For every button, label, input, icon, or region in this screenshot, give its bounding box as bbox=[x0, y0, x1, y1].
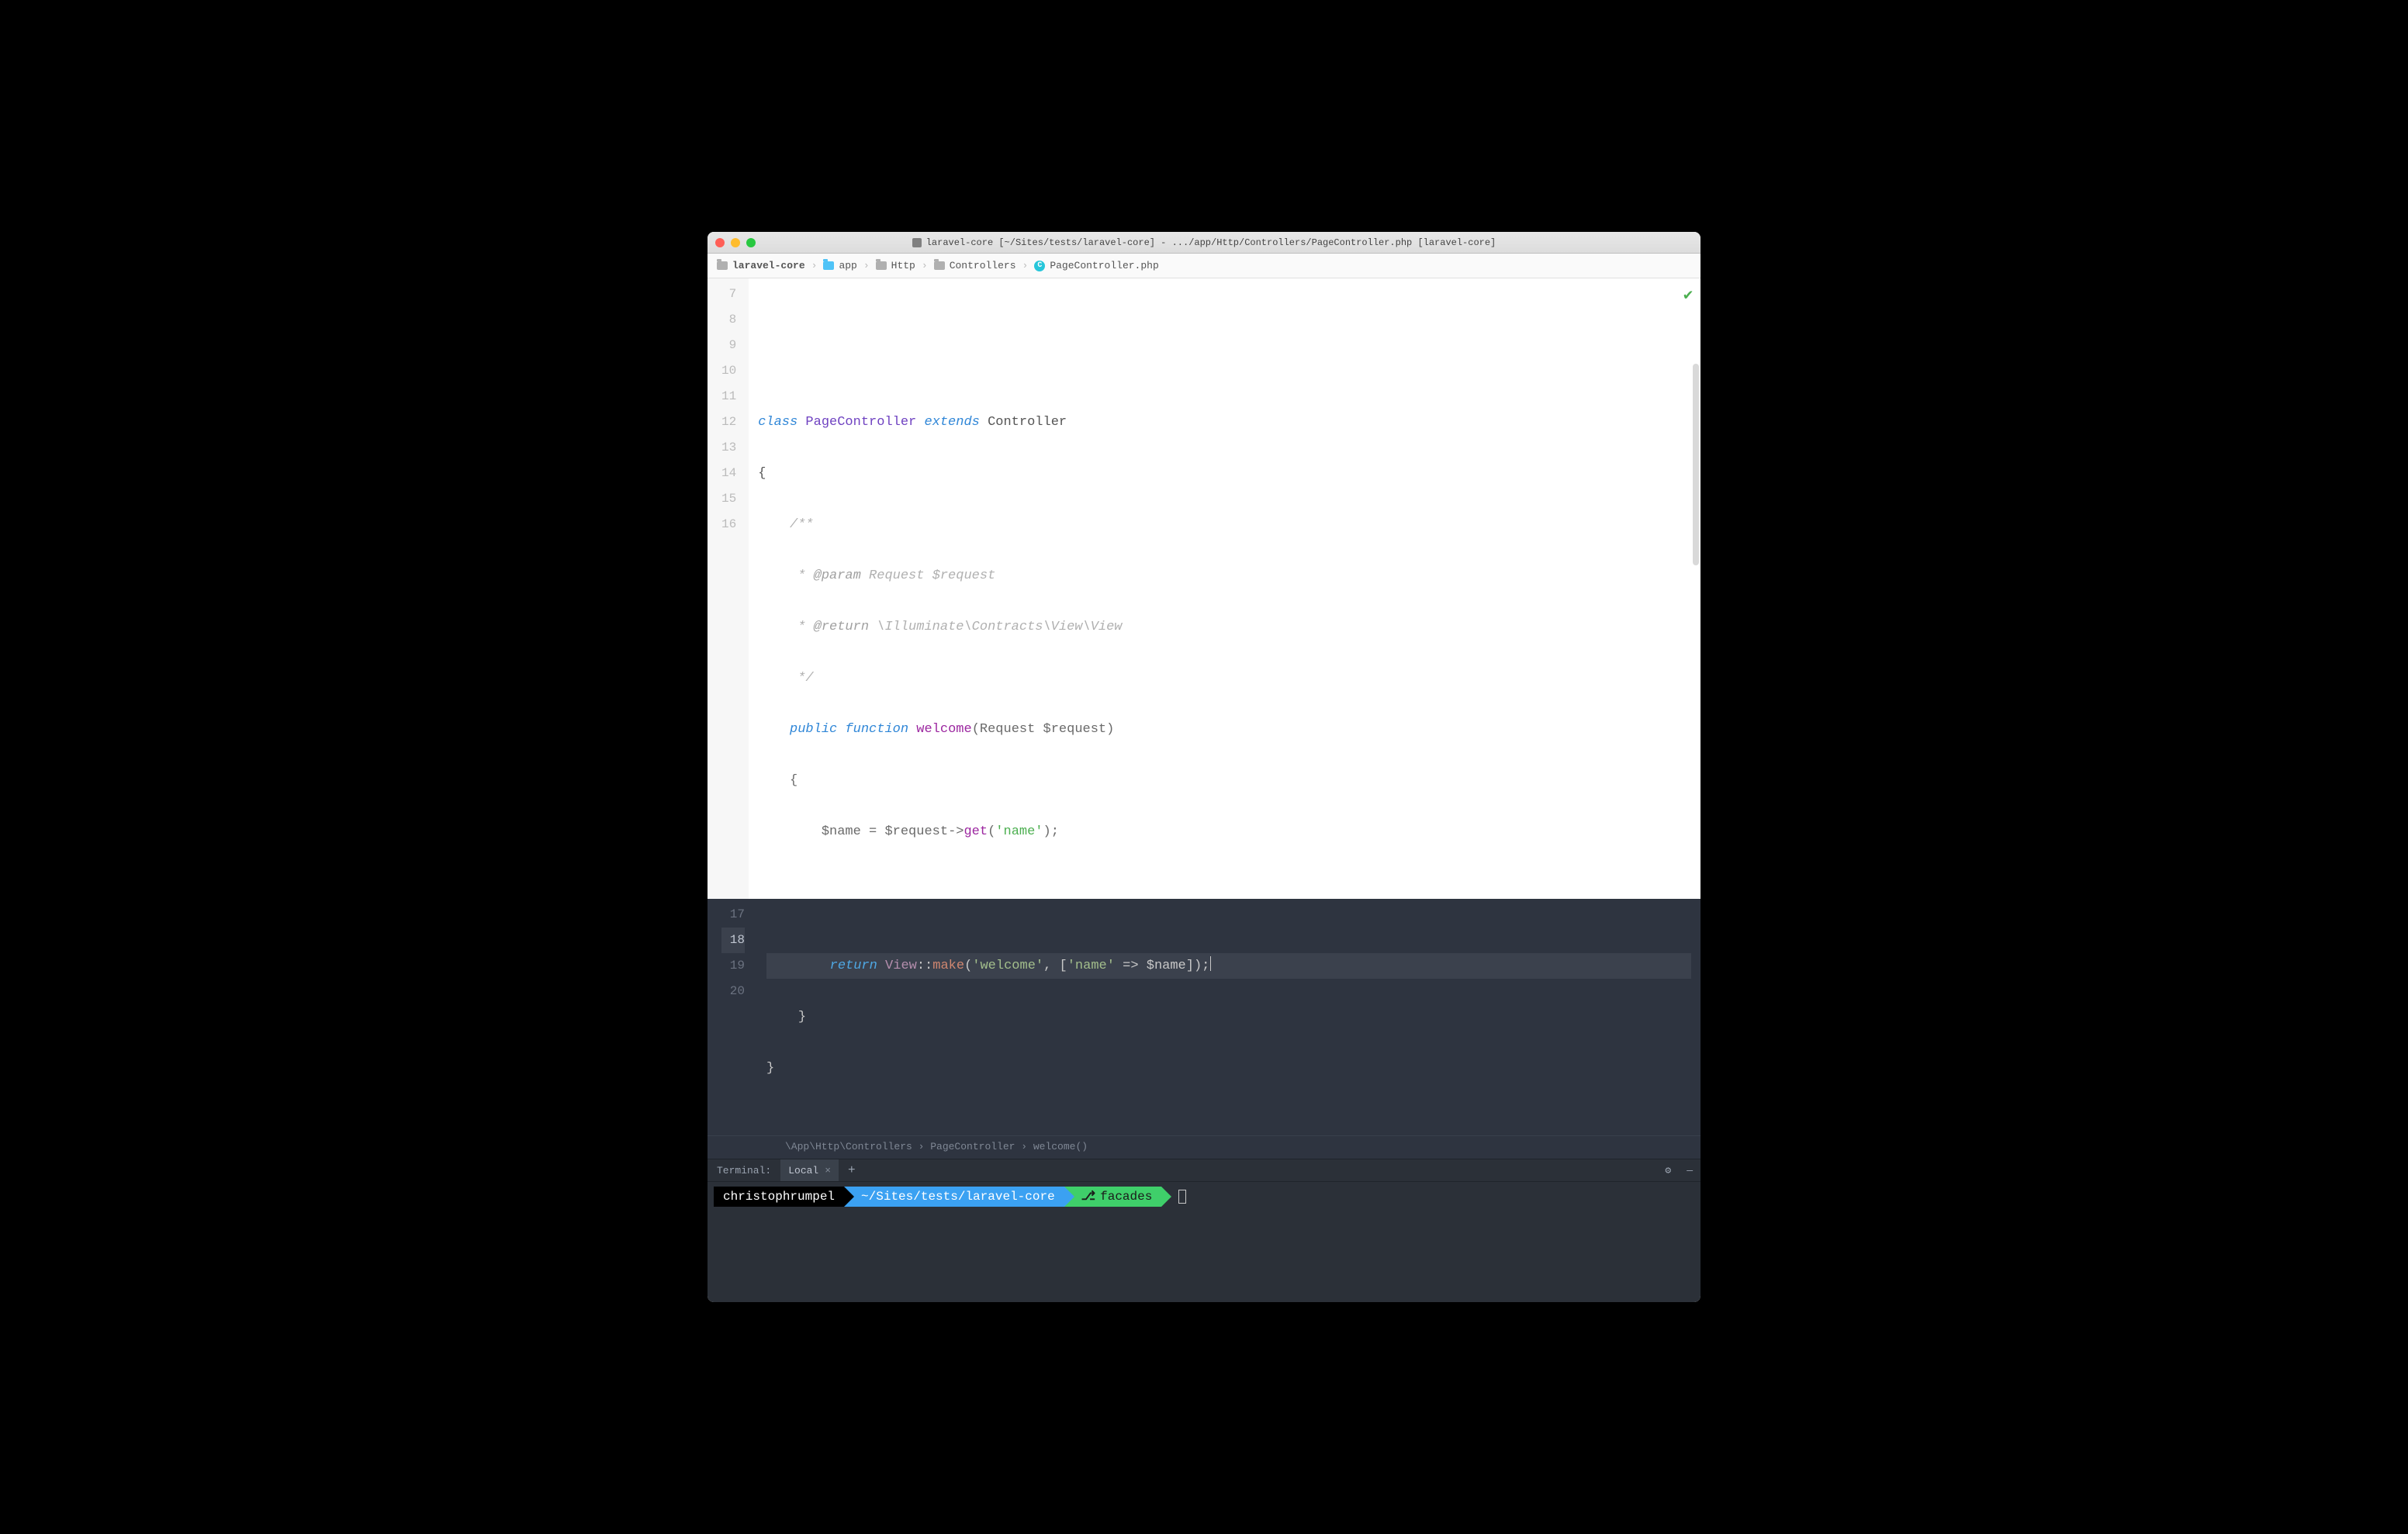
breadcrumb: laravel-core › app › Http › Controllers … bbox=[708, 254, 1700, 278]
add-terminal-button[interactable]: + bbox=[839, 1163, 865, 1177]
text-caret bbox=[1210, 956, 1211, 971]
line-number: 8 bbox=[721, 307, 736, 333]
line-number: 14 bbox=[721, 461, 736, 486]
window-close-button[interactable] bbox=[715, 238, 725, 247]
line-number: 10 bbox=[721, 358, 736, 384]
inspection-ok-icon[interactable]: ✔ bbox=[1683, 283, 1693, 309]
terminal-label: Terminal: bbox=[708, 1165, 780, 1176]
terminal-cursor bbox=[1178, 1190, 1186, 1204]
terminal[interactable]: christophrumpel ~/Sites/tests/laravel-co… bbox=[708, 1182, 1700, 1302]
prompt-path: ~/Sites/tests/laravel-core bbox=[844, 1187, 1064, 1207]
gutter: 7 8 9 10 11 12 13 14 15 16 bbox=[708, 278, 749, 899]
traffic-lights bbox=[715, 238, 756, 247]
line-number: 13 bbox=[721, 435, 736, 461]
crumb-app[interactable]: app bbox=[820, 260, 860, 271]
chevron-right-icon: › bbox=[811, 260, 818, 271]
ide-window: laravel-core [~/Sites/tests/laravel-core… bbox=[708, 232, 1700, 1302]
chevron-right-icon: › bbox=[1022, 260, 1029, 271]
titlebar: laravel-core [~/Sites/tests/laravel-core… bbox=[708, 232, 1700, 254]
prompt-user: christophrumpel bbox=[714, 1187, 844, 1207]
terminal-tab-label: Local bbox=[788, 1165, 818, 1176]
window-title-text: laravel-core [~/Sites/tests/laravel-core… bbox=[926, 237, 1496, 248]
terminal-tabs: Terminal: Local × + ⚙ — bbox=[708, 1159, 1700, 1182]
folder-icon bbox=[934, 261, 945, 270]
chevron-right-icon: › bbox=[863, 260, 870, 271]
code-dark[interactable]: return View::make('welcome', ['name' => … bbox=[757, 899, 1700, 1135]
window-title: laravel-core [~/Sites/tests/laravel-core… bbox=[912, 237, 1496, 248]
close-icon[interactable]: × bbox=[825, 1165, 831, 1176]
prompt: christophrumpel ~/Sites/tests/laravel-co… bbox=[714, 1187, 1694, 1207]
crumb-http[interactable]: Http bbox=[873, 260, 919, 271]
context-breadcrumb[interactable]: \App\Http\Controllers › PageController ›… bbox=[708, 1135, 1700, 1159]
line-number: 19 bbox=[721, 953, 745, 979]
folder-icon bbox=[823, 261, 834, 270]
folder-icon bbox=[876, 261, 887, 270]
git-branch-icon: ⎇ bbox=[1081, 1187, 1095, 1207]
line-number: 12 bbox=[721, 409, 736, 435]
crumb-label: app bbox=[839, 260, 856, 271]
crumb-label: Http bbox=[891, 260, 915, 271]
prompt-branch: ⎇facades bbox=[1064, 1187, 1162, 1207]
crumb-file[interactable]: C PageController.php bbox=[1031, 260, 1161, 271]
crumb-label: Controllers bbox=[950, 260, 1016, 271]
gear-icon[interactable]: ⚙ bbox=[1657, 1165, 1679, 1176]
line-number: 15 bbox=[721, 486, 736, 512]
gutter: 17 18 19 20 bbox=[708, 899, 757, 1135]
class-icon: C bbox=[1034, 261, 1045, 271]
line-number: 11 bbox=[721, 384, 736, 409]
scrollbar[interactable] bbox=[1693, 364, 1699, 565]
line-number: 7 bbox=[721, 282, 736, 307]
folder-icon bbox=[717, 261, 728, 270]
project-icon bbox=[912, 238, 922, 247]
line-number: 18 bbox=[721, 928, 745, 953]
line-number: 9 bbox=[721, 333, 736, 358]
line-number: 16 bbox=[721, 512, 736, 537]
line-number: 17 bbox=[721, 902, 745, 928]
window-zoom-button[interactable] bbox=[746, 238, 756, 247]
window-minimize-button[interactable] bbox=[731, 238, 740, 247]
crumb-label: laravel-core bbox=[732, 260, 805, 271]
editor[interactable]: 7 8 9 10 11 12 13 14 15 16 ✔ class PageC… bbox=[708, 278, 1700, 899]
terminal-tab-local[interactable]: Local × bbox=[780, 1159, 839, 1181]
line-number: 20 bbox=[721, 979, 745, 1004]
code-light[interactable]: ✔ class PageController extends Controlle… bbox=[749, 278, 1700, 899]
minimize-panel-button[interactable]: — bbox=[1679, 1165, 1700, 1176]
chevron-right-icon: › bbox=[922, 260, 928, 271]
editor-dark[interactable]: 17 18 19 20 return View::make('welcome',… bbox=[708, 899, 1700, 1135]
crumb-label: PageController.php bbox=[1050, 260, 1158, 271]
crumb-root[interactable]: laravel-core bbox=[714, 260, 808, 271]
crumb-controllers[interactable]: Controllers bbox=[931, 260, 1019, 271]
